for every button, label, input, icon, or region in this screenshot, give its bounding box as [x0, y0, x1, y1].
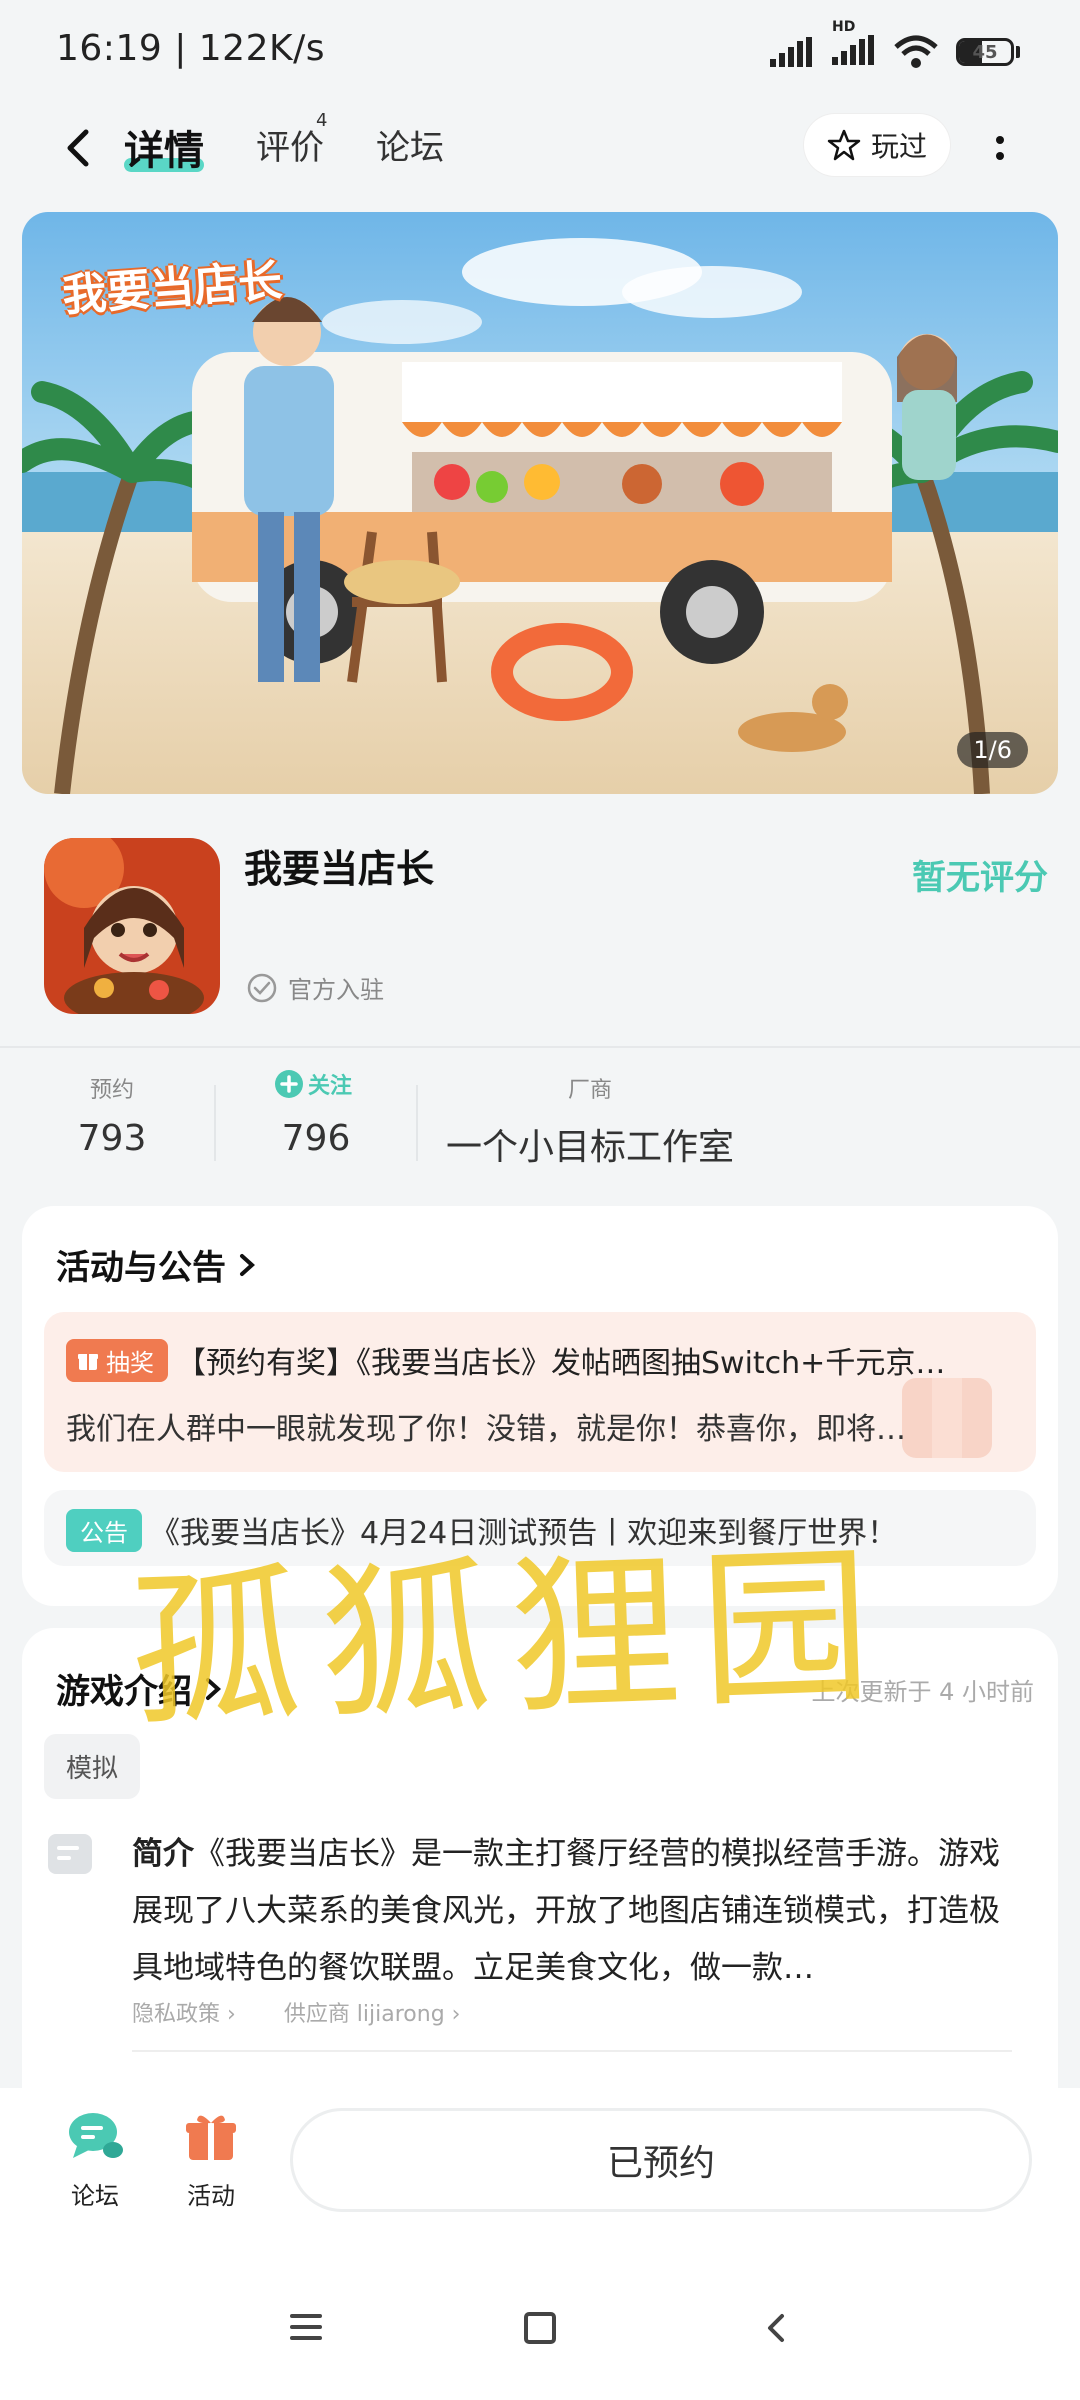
signal-hd-icon: HD	[832, 19, 876, 69]
gift-icon	[186, 2115, 236, 2160]
plus-circle-icon	[275, 1070, 303, 1098]
menu-button[interactable]	[288, 2310, 324, 2348]
menu-icon	[290, 2314, 322, 2340]
vendor-label: 厂商	[567, 1078, 612, 1103]
activity-item-lottery[interactable]: 抽奖 【预约有奖】《我要当店长》发帖晒图抽Switch+千元京… 我们在人群中一…	[44, 1312, 1036, 1472]
divider	[132, 2050, 1012, 2052]
banner-page-counter: 1/6	[957, 732, 1028, 768]
follow-label: 关注	[308, 1074, 353, 1099]
notice-tag: 公告	[66, 1508, 142, 1552]
more-options-button[interactable]	[985, 120, 1015, 180]
genre-tag[interactable]: 模拟	[44, 1734, 141, 1799]
privacy-policy-label: 隐私政策	[132, 2002, 221, 2027]
reserve-label: 预约	[89, 1078, 134, 1103]
chevron-left-icon	[67, 129, 89, 167]
supplier-label: 供应商 lijiarong	[283, 2002, 445, 2027]
bottom-activity-button[interactable]: 活动	[166, 2110, 256, 2211]
played-button[interactable]: 玩过	[804, 114, 950, 176]
wifi-icon	[894, 35, 938, 68]
intro-links: 隐私政策 › 供应商 lijiarong ›	[132, 1996, 460, 2028]
status-time: 16:19 | 122K/s	[56, 28, 325, 69]
activity-label: 活动	[187, 2182, 235, 2210]
back-button[interactable]	[50, 118, 110, 178]
tab-forum[interactable]: 论坛	[376, 120, 444, 169]
intro-label: 简介	[132, 1836, 194, 1872]
gift-icon	[78, 1354, 98, 1370]
battery-icon: 45	[956, 38, 1020, 66]
follow-button[interactable]: 关注	[274, 1068, 352, 1100]
follow-count: 796	[281, 1118, 351, 1159]
privacy-policy-link[interactable]: 隐私政策 ›	[132, 1996, 236, 2028]
activities-title: 活动与公告	[56, 1248, 226, 1288]
stat-separator	[416, 1085, 418, 1161]
document-icon	[48, 1834, 92, 1874]
tab-reviews[interactable]: 评价	[256, 120, 324, 169]
system-back-button[interactable]	[758, 2310, 794, 2350]
app-name: 我要当店长	[244, 847, 435, 891]
app-icon	[44, 838, 220, 1014]
battery-level: 45	[972, 41, 998, 63]
forum-label: 论坛	[71, 2182, 119, 2210]
activities-header[interactable]: 活动与公告	[56, 1240, 258, 1289]
lottery-tag-label: 抽奖	[106, 1348, 154, 1377]
lottery-tag: 抽奖	[66, 1338, 168, 1382]
chat-bubble-icon	[69, 2113, 123, 2158]
status-icons: HD 45	[770, 19, 1020, 74]
tab-details[interactable]: 详情	[124, 118, 204, 176]
last-updated: 上次更新于 4 小时前	[811, 1678, 1034, 1706]
check-circle-icon	[247, 973, 277, 1002]
intro-text: 简介《我要当店长》是一款主打餐厅经营的模拟经营手游。游戏展现了八大菜系的美食风光…	[132, 1826, 1012, 1997]
activity-description: 我们在人群中一眼就发现了你！没错，就是你！恭喜你，即将…	[66, 1412, 906, 1447]
reserved-button[interactable]: 已预约	[290, 2108, 1032, 2212]
signal-icon	[770, 37, 812, 67]
stat-separator	[214, 1085, 216, 1161]
game-intro-header[interactable]: 游戏介绍	[56, 1664, 224, 1713]
square-home-icon	[524, 2312, 556, 2344]
divider	[0, 1046, 1080, 1048]
played-label: 玩过	[870, 130, 927, 163]
vendor-name[interactable]: 一个小目标工作室	[440, 1118, 740, 1170]
chevron-right-icon	[206, 1677, 221, 1700]
activity-item-notice[interactable]: 公告 《我要当店长》4月24日测试预告丨欢迎来到餐厅世界！	[44, 1490, 1036, 1566]
intro-body: 《我要当店长》是一款主打餐厅经营的模拟经营手游。游戏展现了八大菜系的美食风光，开…	[132, 1836, 1000, 1986]
chevron-right-icon	[240, 1253, 255, 1276]
game-intro-title: 游戏介绍	[56, 1672, 192, 1712]
hd-label: HD	[832, 19, 856, 35]
supplier-link[interactable]: 供应商 lijiarong ›	[284, 1996, 461, 2028]
bottom-forum-button[interactable]: 论坛	[50, 2110, 140, 2211]
reserve-count: 793	[77, 1118, 147, 1159]
rating-status: 暂无评分	[912, 858, 1048, 898]
official-badge: 官方入驻	[246, 970, 384, 1005]
triangle-back-icon	[768, 2314, 784, 2342]
banner-carousel[interactable]: 我要当店长 1/6	[22, 212, 1058, 794]
reviews-count-badge: 4	[316, 110, 328, 131]
star-icon	[827, 129, 861, 161]
more-vertical-icon	[996, 136, 1004, 160]
activity-title: 【预约有奖】《我要当店长》发帖晒图抽Switch+千元京…	[176, 1346, 946, 1381]
notice-title: 《我要当店长》4月24日测试预告丨欢迎来到餐厅世界！	[150, 1516, 898, 1551]
official-label: 官方入驻	[288, 976, 384, 1004]
home-button[interactable]	[522, 2310, 558, 2350]
